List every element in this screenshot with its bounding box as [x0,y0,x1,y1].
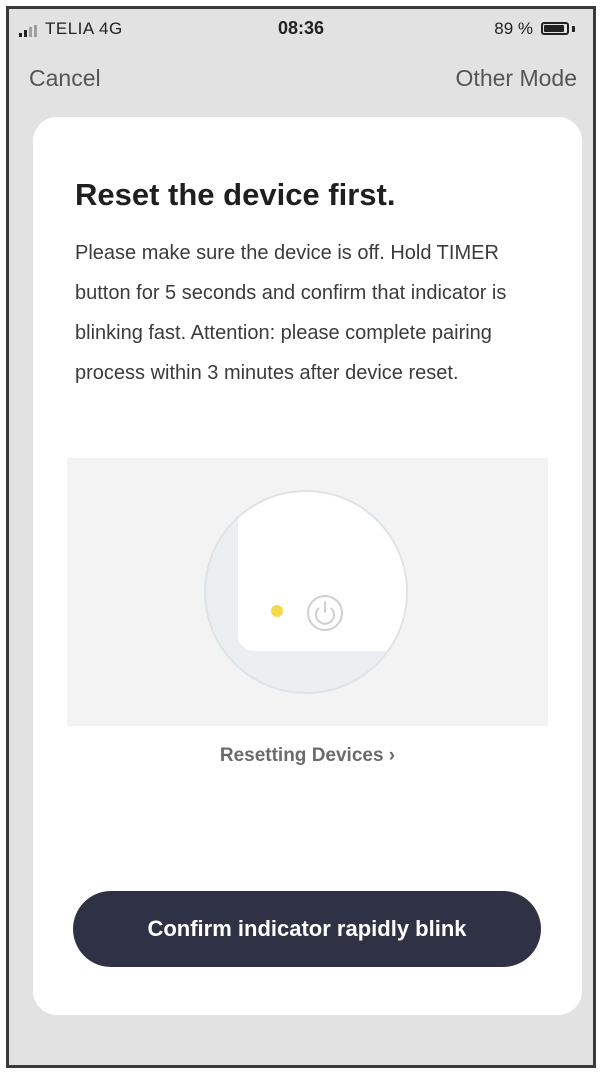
instruction-text: Please make sure the device is off. Hold… [75,242,507,384]
battery-percentage: 89 % [494,19,533,38]
page-title: Reset the device first. [75,177,396,212]
battery-tip [572,26,575,32]
phone-screen: TELIA 4G 08:36 89 % Cancel Other Mode Re… [6,6,596,1068]
device-illustration [67,458,548,726]
device-illustration-graphic [204,490,408,694]
other-mode-button[interactable]: Other Mode [456,65,577,92]
battery-level-fill [544,25,564,32]
confirm-indicator-button[interactable]: Confirm indicator rapidly blink [73,891,541,967]
cancel-button[interactable]: Cancel [29,65,101,92]
indicator-light-icon [271,605,283,617]
resetting-devices-link[interactable]: Resetting Devices › [33,745,582,767]
status-bar: TELIA 4G 08:36 89 % [9,9,593,49]
instruction-card: Reset the device first. Please make sure… [33,117,582,1015]
battery-icon [541,22,569,35]
